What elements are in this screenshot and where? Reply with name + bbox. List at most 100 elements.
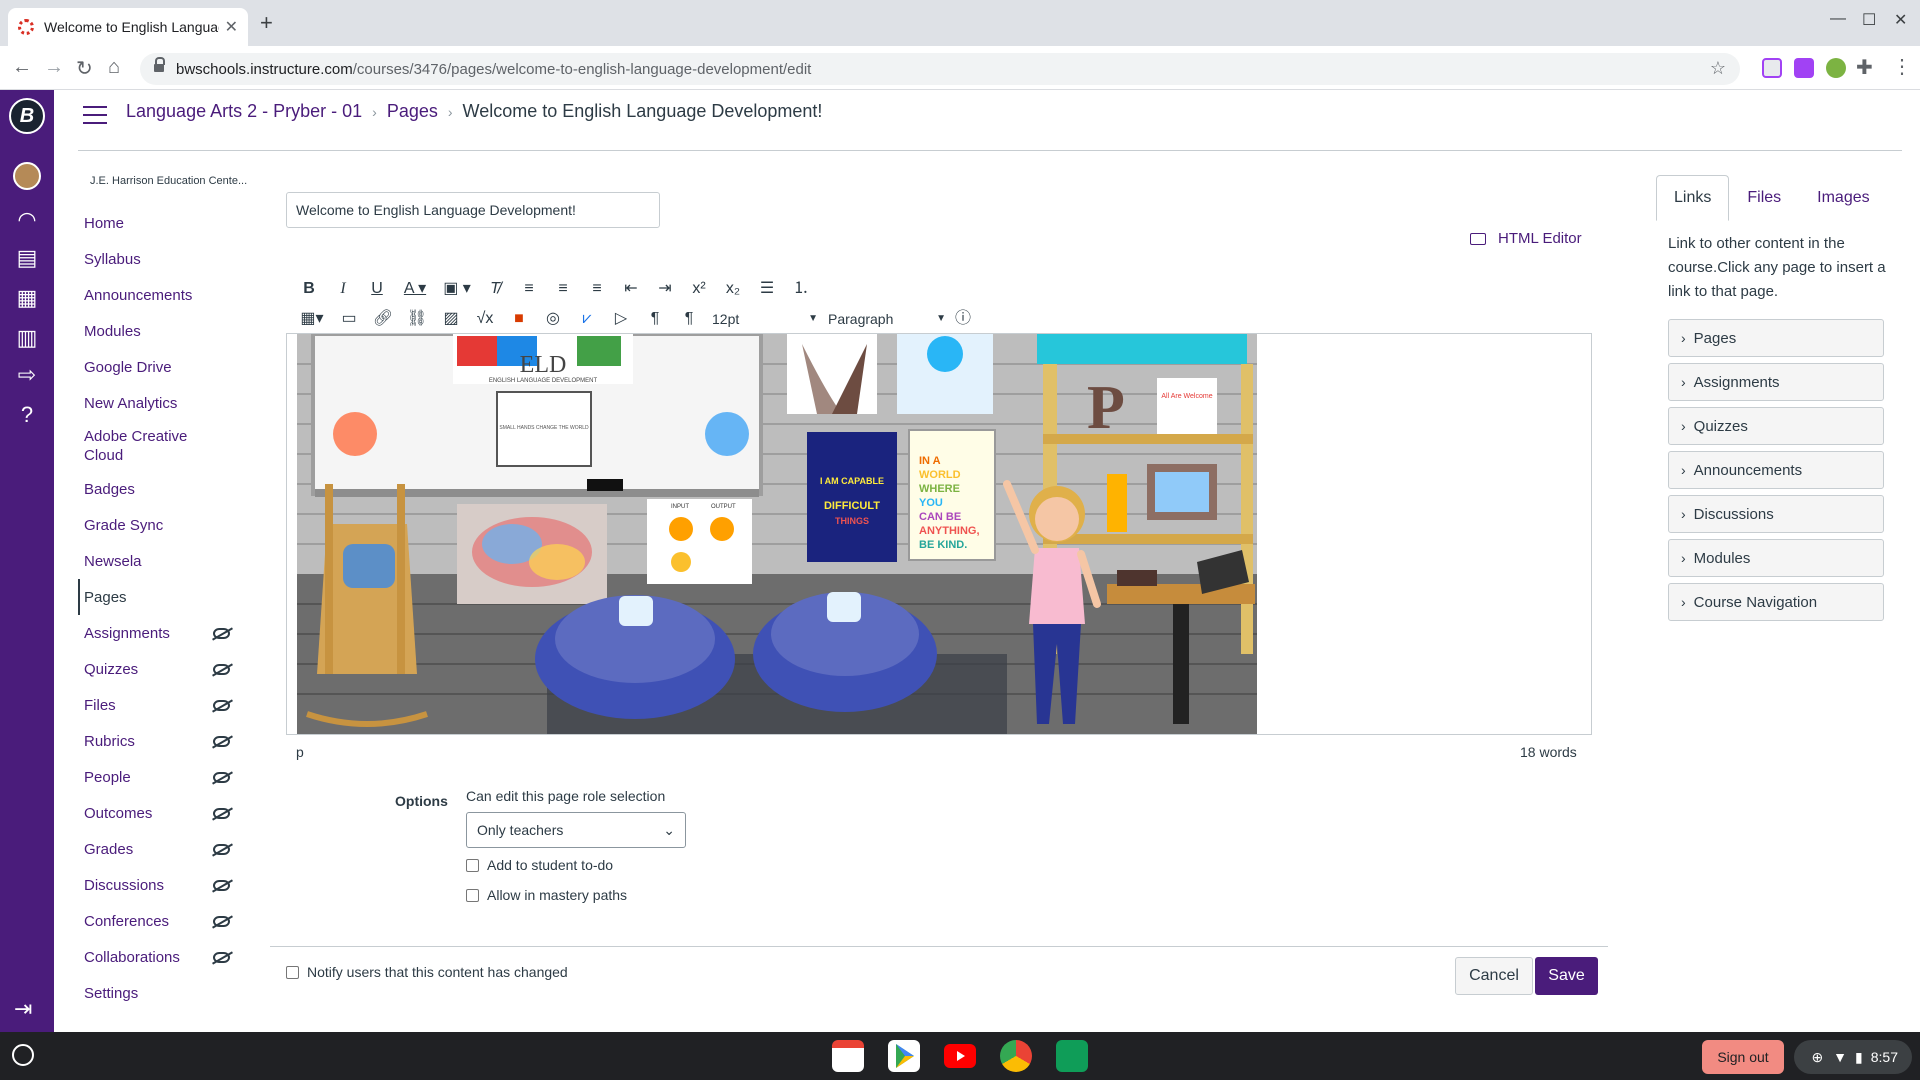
sign-out-button[interactable]: Sign out (1702, 1040, 1784, 1074)
inbox-icon[interactable]: ▥ (12, 323, 42, 353)
institution-logo[interactable]: B (9, 98, 45, 134)
course-nav-item-rubrics[interactable]: Rubrics (78, 723, 238, 759)
tab-links[interactable]: Links (1656, 175, 1730, 221)
align-left-icon[interactable]: ≡ (512, 276, 546, 302)
bold-icon[interactable]: B (292, 276, 326, 302)
numbered-list-icon[interactable]: ⒈ (784, 276, 818, 302)
notify-users-checkbox[interactable] (286, 965, 299, 979)
link-category-pages[interactable]: › Pages (1668, 319, 1884, 357)
underline-icon[interactable]: U (360, 276, 394, 302)
course-nav-item-people[interactable]: People (78, 759, 238, 795)
course-nav-item-outcomes[interactable]: Outcomes (78, 795, 238, 831)
unlink-icon[interactable]: ⛓ (400, 306, 434, 332)
student-todo-checkbox[interactable] (466, 858, 479, 872)
address-bar[interactable]: bwschools.instructure.com/courses/3476/p… (140, 53, 1740, 85)
table-icon[interactable]: ▦▾ (292, 306, 332, 332)
puzzle-extensions-icon[interactable]: ✚ (1856, 55, 1873, 80)
course-nav-item-grade-sync[interactable]: Grade Sync (78, 507, 238, 543)
block-format-select[interactable]: Paragraph ▼ (822, 306, 946, 332)
course-nav-item-assignments[interactable]: Assignments (78, 615, 238, 651)
chrome-icon[interactable] (1000, 1040, 1032, 1072)
courses-icon[interactable]: ▤ (12, 243, 42, 273)
tab-images[interactable]: Images (1799, 175, 1887, 221)
page-title-input[interactable] (286, 192, 660, 228)
equation-icon[interactable]: √x (468, 306, 502, 332)
course-nav-item-discussions[interactable]: Discussions (78, 867, 238, 903)
link-category-course-navigation[interactable]: › Course Navigation (1668, 583, 1884, 621)
maximize-icon[interactable]: ☐ (1862, 10, 1876, 30)
font-size-select[interactable]: 12pt ▼ (706, 306, 818, 332)
status-tray[interactable]: ⊕ ▼ ▮ 8:57 (1794, 1040, 1912, 1074)
extension-icon[interactable] (1794, 58, 1814, 78)
mastery-paths-option[interactable]: Allow in mastery paths (466, 887, 627, 903)
extension-icon[interactable] (1762, 58, 1782, 78)
embed-icon[interactable]: ◎ (536, 306, 570, 332)
home-icon[interactable]: ⌂ (108, 56, 120, 79)
commons-icon[interactable]: ⇨ (12, 360, 42, 390)
course-nav-item-home[interactable]: Home (78, 205, 238, 241)
link-category-modules[interactable]: › Modules (1668, 539, 1884, 577)
window-close-icon[interactable]: ✕ (1894, 10, 1907, 30)
link-category-quizzes[interactable]: › Quizzes (1668, 407, 1884, 445)
link-category-announcements[interactable]: › Announcements (1668, 451, 1884, 489)
office-icon[interactable]: ■ (502, 306, 536, 332)
link-category-assignments[interactable]: › Assignments (1668, 363, 1884, 401)
video-icon[interactable]: ▷ (604, 306, 638, 332)
course-nav-item-files[interactable]: Files (78, 687, 238, 723)
collapse-nav-icon[interactable]: ⇥ (14, 996, 32, 1022)
clear-formatting-icon[interactable]: T̸ (478, 276, 512, 302)
bitmoji-classroom-image[interactable]: ELD ENGLISH LANGUAGE DEVELOPMENT SMALL H… (297, 334, 1257, 734)
course-nav-item-google-drive[interactable]: Google Drive (78, 349, 238, 385)
text-color-icon[interactable]: A ▾ (394, 276, 436, 302)
course-nav-item-settings[interactable]: Settings (78, 975, 238, 1011)
course-nav-item-adobe-creative-cloud[interactable]: Adobe Creative Cloud (78, 421, 238, 471)
youtube-icon[interactable] (944, 1044, 976, 1068)
play-store-icon[interactable] (888, 1040, 920, 1072)
course-nav-item-modules[interactable]: Modules (78, 313, 238, 349)
link-category-discussions[interactable]: › Discussions (1668, 495, 1884, 533)
align-center-icon[interactable]: ≡ (546, 276, 580, 302)
new-tab-icon[interactable]: + (260, 10, 273, 36)
role-select[interactable]: Only teachers ⌄ (466, 812, 686, 848)
back-icon[interactable]: ← (12, 56, 32, 79)
html-editor-toggle[interactable]: HTML Editor (1470, 230, 1582, 247)
student-todo-option[interactable]: Add to student to-do (466, 857, 613, 873)
forward-icon[interactable]: → (44, 56, 64, 79)
course-nav-item-grades[interactable]: Grades (78, 831, 238, 867)
italic-icon[interactable]: I (326, 276, 360, 302)
minimize-icon[interactable]: — (1830, 10, 1846, 28)
course-menu-toggle-icon[interactable] (83, 106, 107, 124)
account-avatar[interactable] (13, 162, 41, 190)
course-nav-item-announcements[interactable]: Announcements (78, 277, 238, 313)
background-color-icon[interactable]: ▣ ▾ (436, 276, 478, 302)
link-icon[interactable]: 🔗︎ (366, 306, 400, 332)
extension-icon[interactable] (1826, 58, 1846, 78)
help-icon[interactable]: ? (12, 400, 42, 430)
ltr-icon[interactable]: ¶ (638, 306, 672, 332)
course-nav-item-conferences[interactable]: Conferences (78, 903, 238, 939)
cancel-button[interactable]: Cancel (1455, 957, 1533, 995)
more-menu-icon[interactable]: ⋮ (1892, 54, 1912, 79)
breadcrumb-course[interactable]: Language Arts 2 - Pryber - 01 (126, 101, 362, 122)
tool-icon[interactable]: ⩗ (570, 306, 604, 332)
reload-icon[interactable]: ↻ (76, 56, 93, 81)
course-nav-item-badges[interactable]: Badges (78, 471, 238, 507)
course-nav-item-pages[interactable]: Pages (78, 579, 238, 615)
image-icon[interactable]: ▨ (434, 306, 468, 332)
course-nav-item-quizzes[interactable]: Quizzes (78, 651, 238, 687)
outdent-icon[interactable]: ⇤ (614, 276, 648, 302)
course-nav-item-newsela[interactable]: Newsela (78, 543, 238, 579)
launcher-icon[interactable] (12, 1044, 34, 1066)
align-right-icon[interactable]: ≡ (580, 276, 614, 302)
bookmark-star-icon[interactable]: ☆ (1710, 58, 1726, 79)
dashboard-icon[interactable]: ◠ (12, 205, 42, 235)
save-button[interactable]: Save (1535, 957, 1598, 995)
breadcrumb-pages[interactable]: Pages (387, 101, 438, 122)
browser-tab[interactable]: Welcome to English Language D ✕ (8, 8, 248, 46)
mastery-paths-checkbox[interactable] (466, 888, 479, 902)
google-classroom-icon[interactable] (1056, 1040, 1088, 1072)
media-icon[interactable]: ▭ (332, 306, 366, 332)
indent-icon[interactable]: ⇥ (648, 276, 682, 302)
course-nav-item-collaborations[interactable]: Collaborations (78, 939, 238, 975)
rtl-icon[interactable]: ¶ (672, 306, 706, 332)
